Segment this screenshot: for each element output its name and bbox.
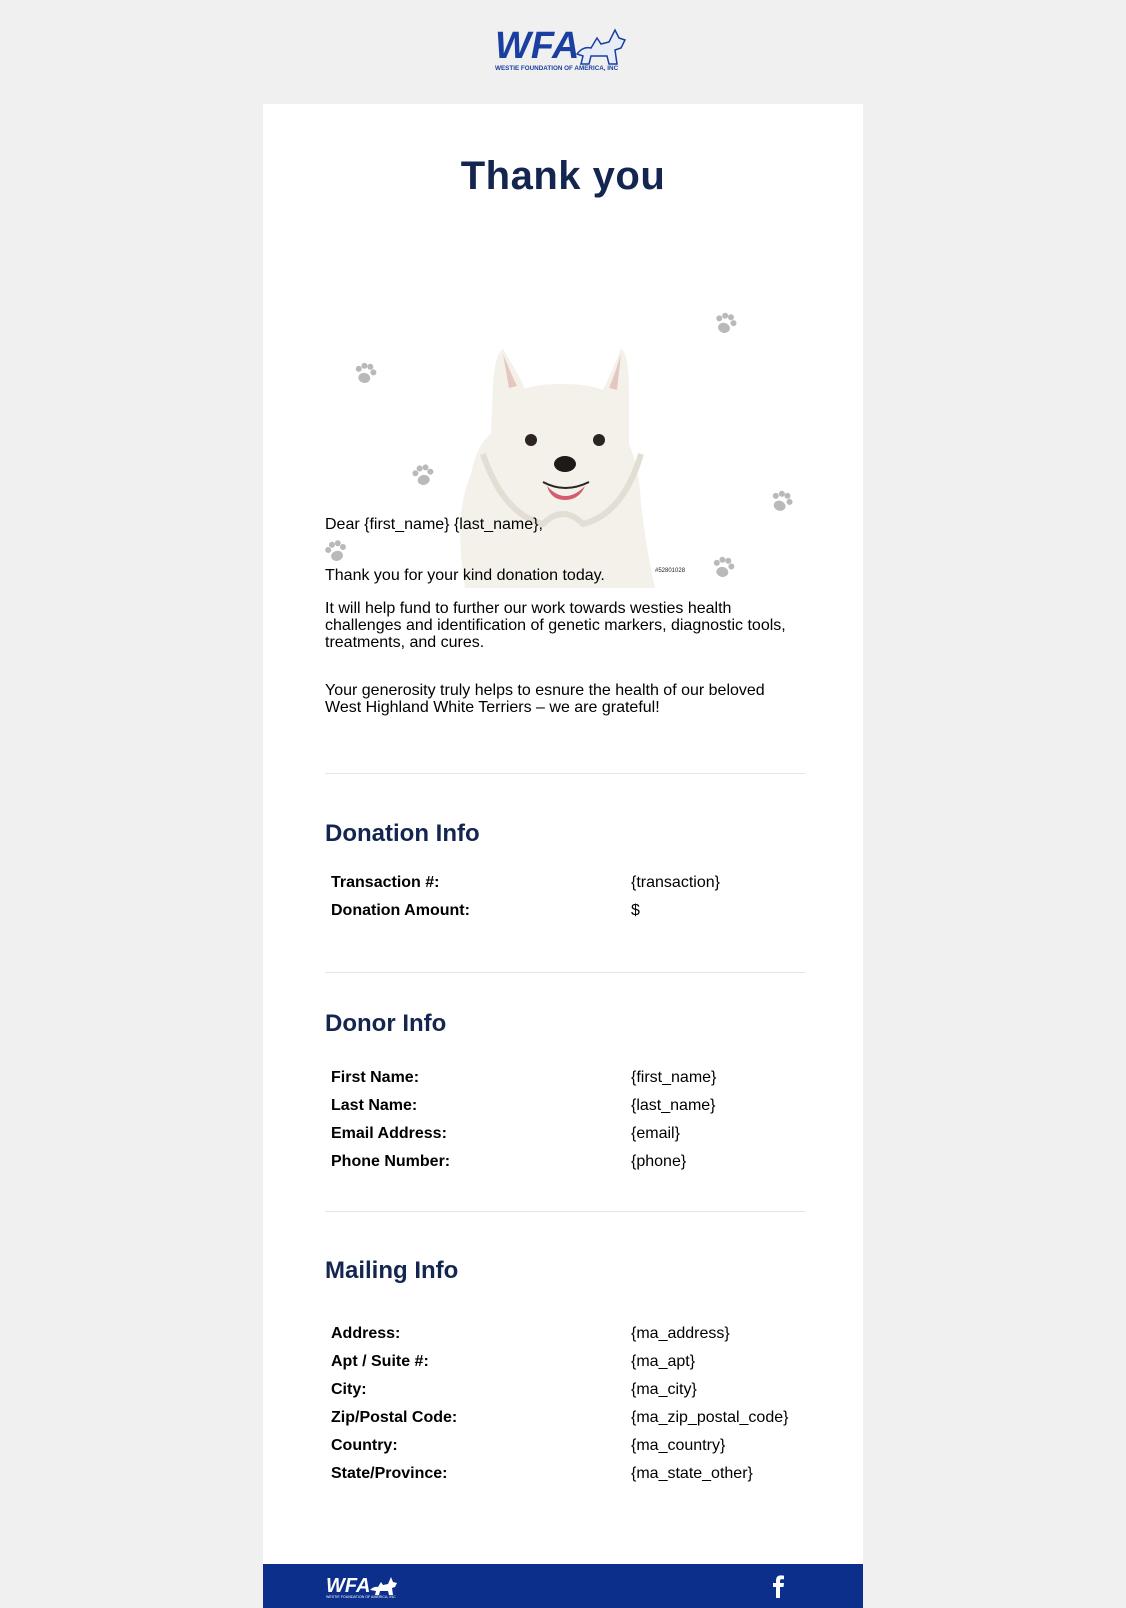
email-card: Thank you #52801028 Dear {first_name} {l… <box>263 104 863 1608</box>
footer-logo-wordmark: WFA <box>326 1575 370 1597</box>
divider <box>325 773 805 774</box>
row-label: State/Province: <box>331 1465 448 1482</box>
row-label: Transaction #: <box>331 874 440 891</box>
row-value: {ma_address} <box>631 1325 730 1342</box>
footer-bar: WFA WESTIE FOUNDATION OF AMERICA, INC <box>263 1564 863 1608</box>
donation-info-heading: Donation Info <box>325 820 480 847</box>
row-label: Country: <box>331 1437 398 1454</box>
info-row: First Name: {first_name} <box>331 1069 811 1091</box>
info-row: Zip/Postal Code: {ma_zip_postal_code} <box>331 1409 811 1431</box>
paw-print-icon <box>323 538 349 564</box>
row-label: Apt / Suite #: <box>331 1353 429 1370</box>
message-paragraph: It will help fund to further our work to… <box>325 600 786 651</box>
info-row: Apt / Suite #: {ma_apt} <box>331 1353 811 1375</box>
footer-logo-org-name: WESTIE FOUNDATION OF AMERICA, INC <box>326 1595 396 1599</box>
row-value: {ma_apt} <box>631 1353 696 1370</box>
info-row: Phone Number: {phone} <box>331 1153 811 1175</box>
row-label: Phone Number: <box>331 1153 451 1170</box>
info-row: Country: {ma_country} <box>331 1437 811 1459</box>
row-value: {ma_city} <box>631 1381 697 1398</box>
divider <box>325 972 805 973</box>
mailing-info-heading: Mailing Info <box>325 1257 459 1284</box>
row-label: First Name: <box>331 1069 420 1086</box>
row-value: {ma_country} <box>631 1437 726 1454</box>
donor-info-heading: Donor Info <box>325 1010 447 1037</box>
facebook-icon[interactable] <box>768 1574 790 1598</box>
paw-print-icon <box>353 361 378 385</box>
row-label: Donation Amount: <box>331 902 470 919</box>
paw-print-icon <box>411 463 436 487</box>
row-value: {last_name} <box>631 1097 716 1114</box>
paw-print-icon <box>768 488 796 515</box>
row-value: {phone} <box>631 1153 687 1170</box>
row-value: {first_name} <box>631 1069 717 1086</box>
wfa-logo: WFA WESTIE FOUNDATION OF AMERICA, INC <box>493 24 633 74</box>
page-title: Thank you <box>460 154 666 198</box>
row-value: {email} <box>631 1125 680 1142</box>
row-label: Email Address: <box>331 1125 447 1142</box>
row-value: {transaction} <box>631 874 720 891</box>
info-row: State/Province: {ma_state_other} <box>331 1465 811 1487</box>
westie-dog-photo <box>460 349 655 588</box>
greeting: Dear {first_name} {last_name}, <box>325 516 543 533</box>
info-row: City: {ma_city} <box>331 1381 811 1403</box>
info-row: Donation Amount: $ <box>331 902 811 924</box>
paw-print-icon <box>713 310 739 336</box>
logo-wordmark: WFA <box>495 25 579 67</box>
footer-westie-silhouette <box>370 1577 397 1595</box>
info-row: Address: {ma_address} <box>331 1325 811 1347</box>
row-value: {ma_state_other} <box>631 1465 753 1482</box>
logo-org-name: WESTIE FOUNDATION OF AMERICA, INC <box>495 65 619 72</box>
message-paragraph: Your generosity truly helps to esnure th… <box>325 682 765 716</box>
footer-logo[interactable]: WFA WESTIE FOUNDATION OF AMERICA, INC <box>326 1574 402 1600</box>
info-row: Transaction #: {transaction} <box>331 874 811 896</box>
row-value: $ <box>631 902 640 919</box>
westie-silhouette <box>575 28 627 65</box>
info-row: Last Name: {last_name} <box>331 1097 811 1119</box>
divider <box>325 1211 805 1212</box>
row-label: Address: <box>331 1325 401 1342</box>
row-value: {ma_zip_postal_code} <box>631 1409 789 1426</box>
row-label: City: <box>331 1381 367 1398</box>
info-row: Email Address: {email} <box>331 1125 811 1147</box>
row-label: Zip/Postal Code: <box>331 1409 458 1426</box>
message-paragraph: Thank you for your kind donation today. <box>325 567 605 584</box>
row-label: Last Name: <box>331 1097 418 1114</box>
